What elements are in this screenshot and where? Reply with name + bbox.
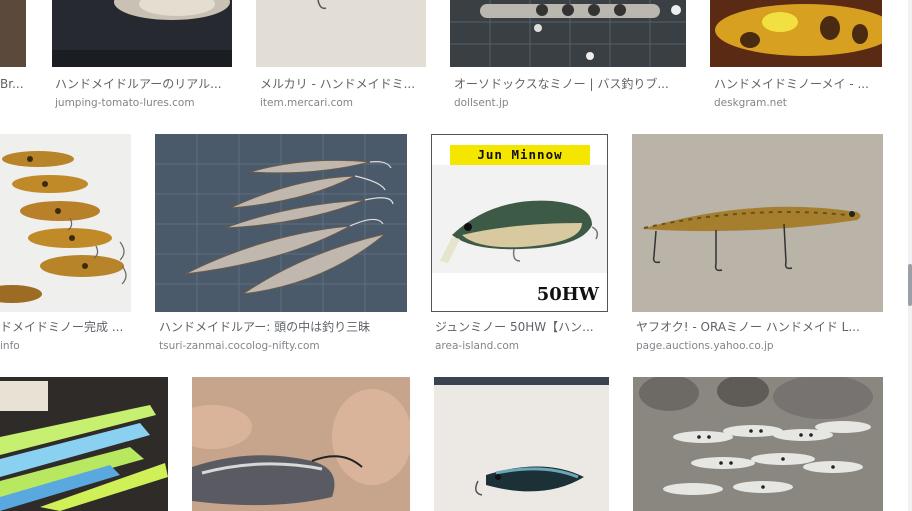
result-thumbnail[interactable] [0,377,168,511]
result-title[interactable]: ハンドメイドルアー: 頭の中は釣り三昧 [159,319,407,335]
scrollbar-track[interactable] [908,0,912,511]
result-thumbnail[interactable] [434,377,609,511]
result-thumbnail[interactable] [0,0,26,67]
result-title[interactable]: ハンドメイドルアーのリアル... [55,76,233,92]
result-domain[interactable]: jumping-tomato-lures.com [55,96,233,110]
result-thumbnail[interactable] [155,134,407,312]
scrollbar-thumb[interactable] [908,264,912,306]
result-thumbnail[interactable] [52,0,232,67]
result-title[interactable]: ハンドメイドミノーメイ - ... [714,76,882,92]
model-label: 50HW [536,284,599,305]
result-domain[interactable]: dollsent.jp [454,96,684,110]
result-domain[interactable]: deskgram.net [714,96,882,110]
result-title[interactable]: ジュンミノー 50HW【ハン... [435,319,608,335]
result-domain[interactable]: page.auctions.yahoo.co.jp [636,339,883,353]
result-title[interactable]: メルカリ - ハンドメイドミ... [260,76,426,92]
result-thumbnail[interactable] [192,377,410,511]
result-domain[interactable]: area-island.com [435,339,608,353]
result-domain[interactable]: info [0,339,128,353]
result-domain[interactable]: tsuri-zanmai.cocolog-nifty.com [159,339,407,353]
result-thumbnail[interactable] [0,134,131,312]
result-thumbnail[interactable] [710,0,882,67]
result-thumbnail[interactable]: Jun Minnow 50HW [431,134,608,312]
result-thumbnail[interactable] [632,134,883,312]
result-title[interactable]: オーソドックスなミノー | バス釣りブ... [454,76,684,92]
result-title[interactable]: ドメイドミノー完成 ... [0,319,128,335]
result-title[interactable]: ヤフオク! - ORAミノー ハンドメイド L... [636,319,883,335]
result-thumbnail[interactable] [633,377,883,511]
banner-label: Jun Minnow [450,145,590,165]
result-title[interactable]: Br... [0,76,26,92]
result-thumbnail[interactable] [256,0,426,67]
result-thumbnail[interactable] [450,0,686,67]
result-domain[interactable]: item.mercari.com [260,96,426,110]
